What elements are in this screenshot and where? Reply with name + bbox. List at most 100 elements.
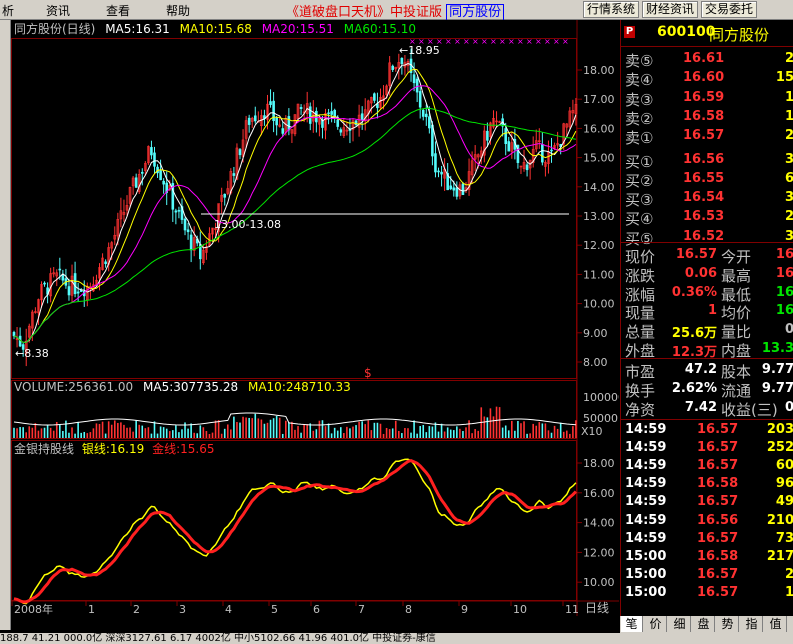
table-row[interactable]: 14:59 16.57 252 (621, 440, 793, 458)
x-tick-label: 1 (88, 603, 95, 616)
panel-tab[interactable]: 价 (645, 616, 667, 632)
table-row[interactable]: 14:59 16.57 203 (621, 422, 793, 440)
kline-chart[interactable]: 同方股份(日线) MA5:16.31 MA10:15.68 MA20:15.51… (11, 20, 625, 616)
panel-tab[interactable]: 势 (717, 616, 739, 632)
tick-volume: 96 (775, 476, 793, 492)
indicator-pane-frame (11, 440, 577, 601)
table-row[interactable]: 14:59 16.56 210 (621, 513, 793, 531)
price-tick-label: 13.00 (583, 210, 615, 223)
table-row[interactable]: 14:59 16.57 49 (621, 494, 793, 512)
candle-body (162, 180, 165, 185)
price-tick-label: 9.00 (583, 327, 608, 340)
bid-volume: 6 (784, 170, 793, 186)
candle-body (330, 111, 333, 115)
signal-mark: × (463, 37, 470, 46)
table-row[interactable]: 14:59 16.57 60 (621, 458, 793, 476)
quote-value: 25.6万 (671, 326, 717, 342)
bid-volume: 3 (784, 151, 793, 167)
volume-bars (13, 406, 577, 438)
volume-header: VOLUME:256361.00 MA5:307735.28 MA10:2487… (14, 380, 351, 394)
x-tick-label: 5 (271, 603, 278, 616)
x-tick-label: 4 (225, 603, 232, 616)
volume-header-ma5: MA5:307735.28 (143, 380, 238, 394)
quote-value: 16.57 (675, 247, 717, 262)
axis-ticks: 18.0017.0016.0015.0014.0013.0012.0011.00… (11, 64, 625, 616)
bid-price: 16.55 (683, 170, 725, 186)
price-tick-label: 17.00 (583, 93, 615, 106)
menu-info[interactable]: 资讯 (46, 2, 70, 19)
table-row[interactable]: 15:00 16.58 217 (621, 549, 793, 567)
indicator-tick-label: 16.00 (583, 487, 615, 500)
tick-price: 16.58 (697, 476, 739, 492)
candle-body (159, 170, 162, 181)
signal-mark: × (508, 37, 515, 46)
tick-time: 15:00 (625, 548, 667, 564)
dollar-mark: $ (364, 366, 372, 380)
candle-body (153, 152, 156, 167)
menu-help[interactable]: 帮助 (166, 2, 190, 19)
tick-volume: 2 (784, 566, 793, 582)
volume-tick-label: 100000 (583, 391, 619, 404)
high-label: ←18.95 (399, 44, 440, 57)
panel-tab[interactable]: 指 (741, 616, 763, 632)
tick-time: 14:59 (625, 476, 667, 492)
trade-order-button[interactable]: 交易委托 (701, 1, 758, 18)
candle-body (440, 171, 443, 175)
panel-tab[interactable]: 盘 (693, 616, 715, 632)
candle-body (275, 117, 278, 126)
ask-level-label: 卖⑤ (625, 52, 654, 70)
panel-separator (621, 358, 793, 359)
candle-body (43, 282, 46, 285)
panel-tab[interactable]: 笔 (621, 616, 643, 632)
bid-price: 16.56 (683, 151, 725, 167)
tick-volume: 73 (775, 530, 793, 546)
candle-body (424, 113, 428, 118)
candle-body (391, 65, 395, 70)
table-row[interactable]: 14:59 16.57 73 (621, 531, 793, 549)
table-row[interactable]: 15:00 16.57 1 (621, 585, 793, 603)
ma60-line (13, 107, 576, 344)
indicator-header-silver: 银线:16.19 (82, 442, 144, 456)
chart-header: 同方股份(日线) MA5:16.31 MA10:15.68 MA20:15.51… (14, 21, 416, 36)
candle-body (140, 171, 144, 174)
table-row[interactable]: 15:00 16.57 2 (621, 567, 793, 585)
chart-header-ma60: MA60:15.10 (344, 22, 416, 36)
support-label: 13.00-13.08 (214, 218, 281, 231)
fund-label: 换手 (625, 382, 656, 400)
left-toolbar-strip[interactable] (0, 20, 11, 630)
signal-mark: × (535, 37, 542, 46)
chart-area[interactable]: 同方股份(日线) MA5:16.31 MA10:15.68 MA20:15.51… (11, 20, 625, 616)
app-title-main: 《道破盘口天机》中投证版 (286, 5, 443, 20)
signal-mark: × (499, 37, 506, 46)
menu-view[interactable]: 查看 (106, 2, 130, 19)
panel-tab[interactable]: 值 (765, 616, 787, 632)
x-tick-label: 9 (461, 603, 468, 616)
chart-header-ma5: MA5:16.31 (105, 22, 170, 36)
candle-body (428, 116, 431, 129)
x-tick-label: 2008年 (14, 602, 53, 616)
indicator-tick-label: 18.00 (583, 457, 615, 470)
low-label: ←8.38 (15, 347, 49, 360)
panel-tab[interactable]: 细 (669, 616, 691, 632)
fund-label: 市盈 (625, 363, 656, 381)
candle-body (73, 273, 77, 295)
market-system-button[interactable]: 行情系统 (583, 1, 640, 18)
candle-body (455, 187, 459, 197)
candle-body (186, 229, 190, 233)
menu-analysis[interactable]: 析 (2, 2, 14, 19)
table-row[interactable]: 14:59 16.58 96 (621, 476, 793, 494)
candle-body (67, 286, 71, 296)
app-title: 《道破盘口天机》中投证版 同方股份 (286, 1, 505, 21)
tick-volume: 217 (766, 548, 793, 564)
quote-value: 16 (775, 247, 793, 262)
fund-label: 收益(三) (721, 401, 778, 419)
panel-separator (621, 419, 793, 420)
chart-header-name: 同方股份(日线) (14, 21, 95, 36)
signal-mark: × (526, 37, 533, 46)
finance-news-button[interactable]: 财经资讯 (642, 1, 699, 18)
chart-header-ma20: MA20:15.51 (262, 22, 334, 36)
x-tick-label: 8 (405, 603, 412, 616)
quote-value: 0.06 (684, 265, 717, 281)
signal-mark: × (562, 37, 569, 46)
candle-body (287, 116, 291, 131)
